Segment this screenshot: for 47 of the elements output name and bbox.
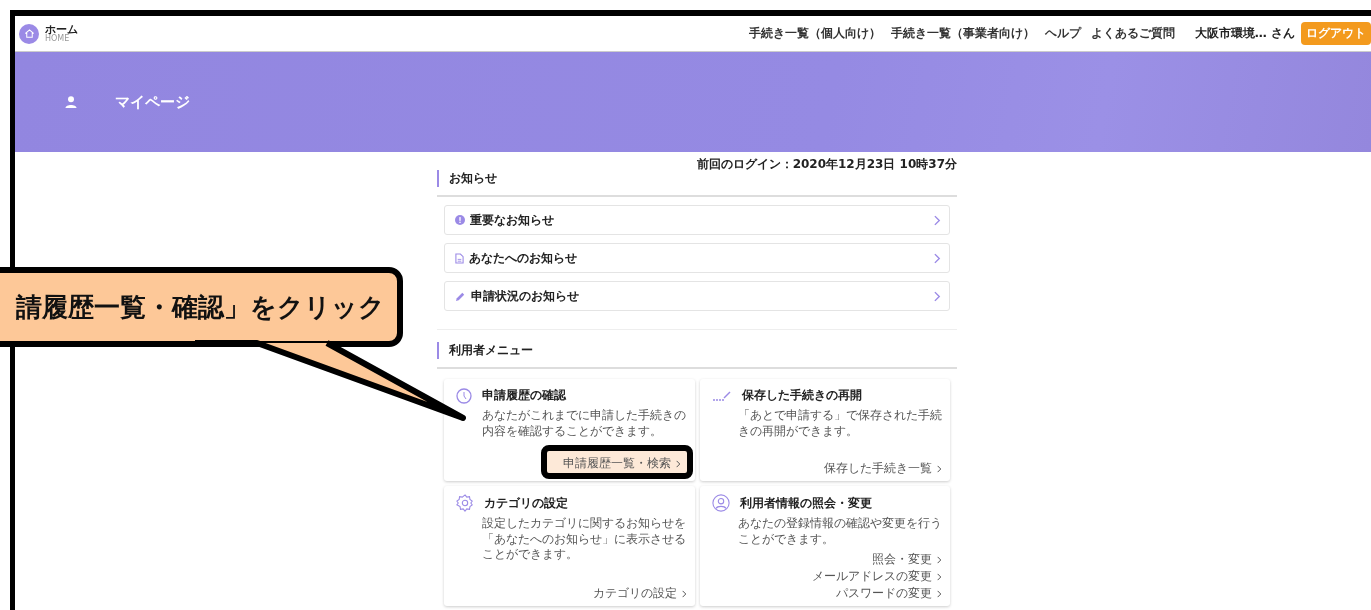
- chevron-icon: [681, 589, 687, 598]
- card-description: 設定したカテゴリに関するお知らせを「あなたへのお知らせ」に表示させることができます。: [482, 516, 687, 563]
- nav-link[interactable]: よくあるご質問: [1090, 25, 1175, 42]
- notice-item[interactable]: 重要なお知らせ: [444, 205, 950, 235]
- card-description: あなたがこれまでに申請した手続きの内容を確認することができます。: [482, 408, 687, 440]
- nav-link[interactable]: 手続き一覧（個人向け）: [748, 25, 881, 42]
- nav-link[interactable]: 手続き一覧（事業者向け）: [890, 25, 1035, 42]
- chevron-icon: [937, 464, 942, 473]
- callout-text: 請履歴一覧・確認」をクリック: [16, 291, 385, 324]
- card-link[interactable]: パスワードの変更: [836, 585, 942, 603]
- person-icon: [65, 96, 77, 108]
- info-icon: [455, 215, 465, 225]
- home-sublabel: HOME: [45, 35, 70, 43]
- page-title: マイページ: [115, 92, 190, 112]
- card-description: あなたの登録情報の確認や変更を行うことができます。: [737, 516, 942, 548]
- chevron-icon: [675, 459, 681, 468]
- user-name: 大阪市環境… さん: [1194, 25, 1295, 42]
- card-title: カテゴリの設定: [484, 494, 568, 512]
- notice-item[interactable]: あなたへのお知らせ: [444, 243, 950, 273]
- home-icon[interactable]: [19, 23, 39, 44]
- user-icon: [711, 494, 730, 513]
- card-link[interactable]: 保存した手続き一覧: [824, 460, 942, 478]
- gear-icon: [456, 494, 474, 513]
- notice-label: 申請状況のお知らせ: [471, 287, 579, 305]
- pencil-icon: [455, 290, 466, 302]
- chevron-icon: [934, 252, 941, 264]
- chevron-icon: [934, 214, 941, 226]
- card-title: 申請履歴の確認: [482, 387, 566, 404]
- document-icon: [455, 252, 464, 264]
- notice-label: 重要なお知らせ: [470, 211, 554, 229]
- last-login: 前回のログイン：2020年12月23日 10時37分: [696, 156, 957, 173]
- clock-icon: [456, 387, 472, 404]
- notice-label: あなたへのお知らせ: [469, 249, 577, 267]
- section-title: お知らせ: [437, 170, 497, 187]
- card-link[interactable]: 照会・変更: [872, 551, 942, 569]
- nav-link[interactable]: ヘルプ: [1044, 25, 1081, 42]
- card-description: 「あとで申請する」で保存された手続きの再開ができます。: [737, 408, 942, 440]
- notice-item[interactable]: 申請状況のお知らせ: [444, 281, 950, 311]
- section-title: 利用者メニュー: [437, 342, 533, 359]
- card-link[interactable]: メールアドレスの変更: [812, 568, 942, 586]
- highlighted-link[interactable]: 申請履歴一覧・検索: [540, 445, 693, 480]
- card-link[interactable]: カテゴリの設定: [592, 585, 687, 603]
- chevron-icon: [934, 290, 941, 302]
- pen-line-icon: [711, 389, 732, 402]
- card-title: 利用者情報の照会・変更: [739, 494, 872, 512]
- home-link[interactable]: ホーム: [45, 24, 78, 35]
- card-title: 保存した手続きの再開: [741, 387, 862, 404]
